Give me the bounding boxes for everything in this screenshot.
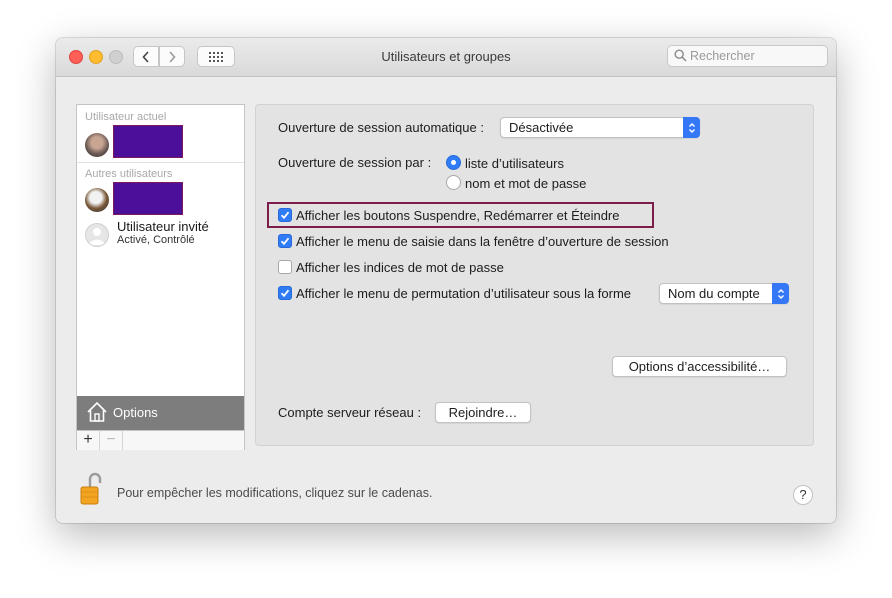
person-icon — [89, 228, 105, 245]
preferences-window: Utilisateurs et groupes Utilisateur actu… — [56, 38, 836, 523]
checkbox-password-hints-label: Afficher les indices de mot de passe — [296, 260, 504, 275]
fast-switch-value: Nom du compte — [668, 286, 760, 301]
auto-login-popup[interactable]: Désactivée — [500, 117, 700, 138]
checkbox-password-hints[interactable] — [278, 260, 292, 274]
radio-name-and-password[interactable] — [446, 175, 461, 190]
checkbox-input-menu[interactable] — [278, 234, 292, 248]
guest-user-name: Utilisateur invité — [117, 219, 209, 234]
guest-user-row[interactable]: Utilisateur invité Activé, Contrôlé — [77, 219, 244, 255]
join-button[interactable]: Rejoindre… — [435, 402, 531, 423]
guest-user-status: Activé, Contrôlé — [117, 234, 195, 246]
checkbox-fast-user-switching-label: Afficher le menu de permutation d’utilis… — [296, 286, 632, 301]
other-users-header: Autres utilisateurs — [85, 168, 173, 180]
checkbox-fast-user-switching[interactable] — [278, 286, 292, 300]
remove-user-button[interactable]: − — [100, 431, 123, 450]
current-user-avatar — [85, 133, 109, 157]
other-user-row[interactable] — [77, 182, 244, 218]
redacted-user-name — [113, 125, 183, 158]
auto-login-value: Désactivée — [509, 120, 574, 135]
popup-arrows-icon — [772, 283, 789, 304]
radio-list-of-users[interactable] — [446, 155, 461, 170]
search-input[interactable] — [690, 48, 820, 64]
current-user-header: Utilisateur actuel — [85, 111, 167, 123]
network-account-label: Compte serveur réseau : — [278, 405, 422, 420]
search-field[interactable] — [667, 45, 828, 67]
other-user-avatar — [85, 188, 109, 212]
radio-name-and-password-label: nom et mot de passe — [465, 176, 587, 191]
fast-switch-popup[interactable]: Nom du compte — [659, 283, 789, 304]
search-icon — [674, 49, 687, 62]
padlock-icon[interactable] — [80, 472, 104, 506]
checkbox-sleep-restart-shutdown-label: Afficher les boutons Suspendre, Redémarr… — [296, 208, 620, 223]
title-bar: Utilisateurs et groupes — [56, 38, 836, 77]
radio-list-of-users-label: liste d’utilisateurs — [465, 156, 564, 171]
options-label: Options — [113, 405, 158, 420]
add-user-button[interactable]: + — [77, 431, 100, 450]
current-user-row[interactable] — [77, 125, 244, 161]
auto-login-label: Ouverture de session automatique : — [278, 120, 484, 135]
checkbox-input-menu-label: Afficher le menu de saisie dans la fenêt… — [296, 234, 669, 249]
sidebar-item-options[interactable]: Options — [77, 396, 244, 430]
accessibility-options-button[interactable]: Options d’accessibilité… — [612, 356, 787, 377]
sidebar-toolbar: + − — [77, 430, 244, 450]
login-window-label: Ouverture de session par : — [278, 155, 432, 170]
checkbox-sleep-restart-shutdown[interactable] — [278, 208, 292, 222]
house-icon — [87, 401, 107, 422]
help-button[interactable]: ? — [793, 485, 813, 505]
lock-message: Pour empêcher les modifications, cliquez… — [117, 486, 433, 500]
guest-user-icon — [85, 223, 109, 247]
checkmark-icon — [280, 211, 290, 220]
checkmark-icon — [280, 289, 290, 298]
checkmark-icon — [280, 237, 290, 246]
redacted-user-name — [113, 182, 183, 215]
sidebar-divider — [77, 162, 244, 163]
popup-arrows-icon — [683, 117, 700, 138]
users-sidebar: Utilisateur actuel Autres utilisateurs U… — [76, 104, 245, 450]
